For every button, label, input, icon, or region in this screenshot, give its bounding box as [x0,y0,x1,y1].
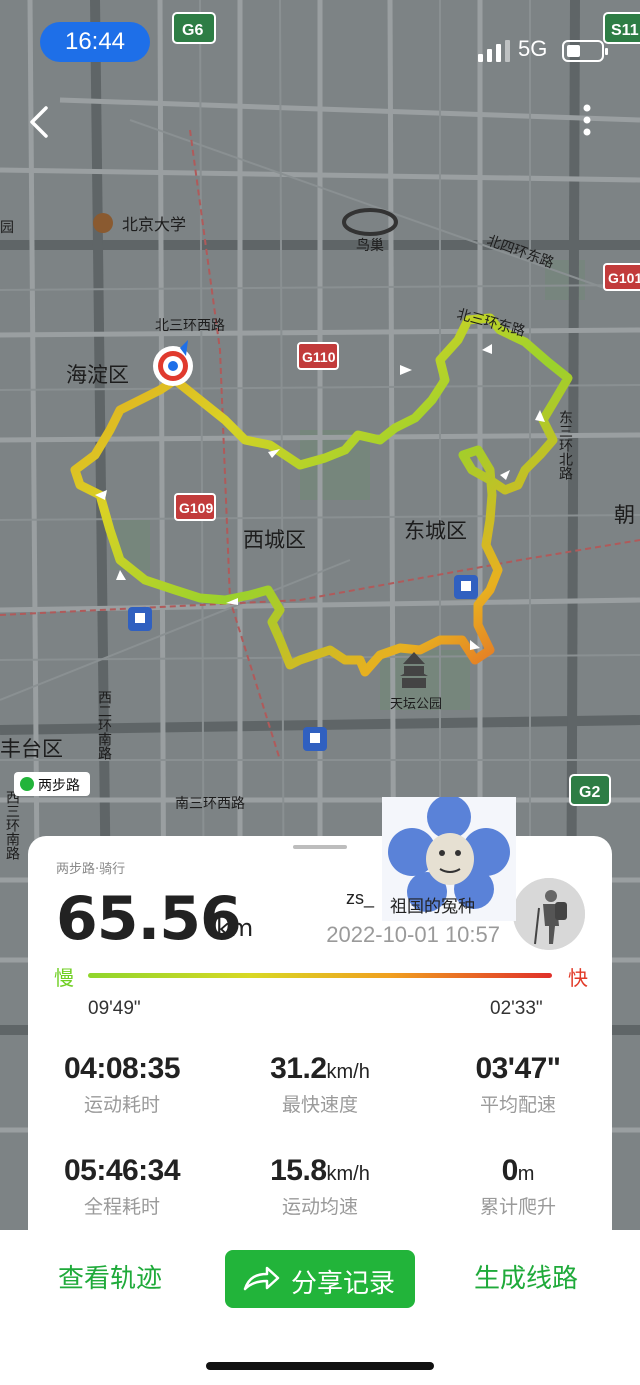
stat-elevation-gain: 0m 累计爬升 [418,1154,618,1219]
sticker-caption: 祖国的冤种 [390,897,475,917]
map-label-chaoyang: 朝 [614,503,635,527]
signal-icon [478,40,510,62]
distance-value: 65.56 [56,884,242,954]
watermark-label: 两步路 [38,778,80,794]
stat-value: 15.8 [270,1154,327,1187]
map-label-north-3rd-ring-west: 北三环西路 [155,318,225,334]
more-vertical-icon [583,104,591,136]
pace-fast-label: 快 [568,966,588,990]
view-track-button[interactable]: 查看轨迹 [58,1258,162,1295]
distance-unit: km [216,914,254,942]
map-label-temple-of-heaven: 天坛公园 [390,697,442,712]
stat-label: 累计爬升 [479,1196,556,1218]
share-button-label: 分享记录 [291,1269,396,1299]
map-label-fengtai: 丰台区 [0,737,63,761]
drag-handle[interactable] [293,845,347,849]
hiker-avatar-icon [513,878,585,950]
activity-datetime: 2022-10-01 10:57 [326,922,500,947]
stat-max-speed: 31.2km/h 最快速度 [220,1052,420,1117]
map-label-peking-university: 北京大学 [122,215,186,234]
stat-unit: m [517,1163,535,1185]
generate-route-button[interactable]: 生成线路 [474,1258,578,1295]
status-bar: 16:44 5G [0,0,640,90]
stat-label: 平均配速 [479,1094,556,1116]
stat-moving-time: 04:08:35 运动耗时 [22,1052,222,1117]
stat-label: 运动耗时 [83,1094,160,1116]
stat-label: 全程耗时 [83,1196,160,1218]
share-arrow-icon [243,1266,280,1291]
bottom-action-bar: 查看轨迹 分享记录 生成线路 [0,1230,640,1385]
map-label-east-3rd-ring-north: 东三环北路 [557,410,573,480]
road-badge: G101 [608,270,640,286]
activity-summary-card: 两步路·骑行 65.56 km zs_ 2022-10-01 10:57 慢 快… [28,836,612,1236]
map-label-haidian: 海淀区 [66,363,129,387]
road-badge: G110 [302,349,336,365]
status-time: 16:44 [40,22,150,62]
stat-value: 05:46:34 [63,1154,181,1187]
stat-unit: km/h [326,1061,370,1083]
home-indicator[interactable] [206,1362,434,1370]
stat-value: 31.2 [270,1052,327,1085]
activity-source: 两步路·骑行 [56,862,126,877]
avatar[interactable] [513,878,585,950]
stat-total-time: 05:46:34 全程耗时 [22,1154,222,1219]
university-icon [93,213,113,233]
stat-value: 0 [501,1154,519,1187]
map-label-fragment: 园 [0,220,14,236]
app-watermark: 两步路 [14,772,90,796]
username: zs_ [346,888,375,908]
pace-fastest-value: 02'33" [490,998,543,1019]
network-type: 5G [518,36,548,61]
more-button[interactable] [572,100,602,144]
chevron-left-icon [30,106,48,138]
stat-label: 最快速度 [281,1094,358,1116]
pace-gradient-bar [88,973,552,978]
pace-slow-label: 慢 [54,966,74,990]
pace-slowest-value: 09'49" [88,998,141,1019]
map-label-west-2nd-ring-south: 西二环南路 [96,690,112,760]
road-badge: G2 [579,784,600,801]
stat-avg-speed: 15.8km/h 运动均速 [220,1154,420,1219]
back-button[interactable] [18,100,62,144]
stat-value: 03'47" [475,1052,561,1085]
map-label-birds-nest: 鸟巢 [356,238,384,254]
road-badge: G109 [179,500,213,516]
map-label-west-3rd-ring-south: 西三环南路 [4,790,20,860]
map-label-south-3rd-ring-west: 南三环西路 [175,796,245,812]
sticker-image: 祖国的冤种 [382,797,516,921]
stat-label: 运动均速 [281,1196,358,1218]
battery-icon [562,40,608,62]
stat-avg-pace: 03'47" 平均配速 [418,1052,618,1117]
map-label-xicheng: 西城区 [243,528,306,552]
stat-value: 04:08:35 [63,1052,181,1085]
map-label-dongcheng: 东城区 [404,519,467,543]
share-button[interactable]: 分享记录 [225,1250,415,1308]
stat-unit: km/h [326,1163,370,1185]
